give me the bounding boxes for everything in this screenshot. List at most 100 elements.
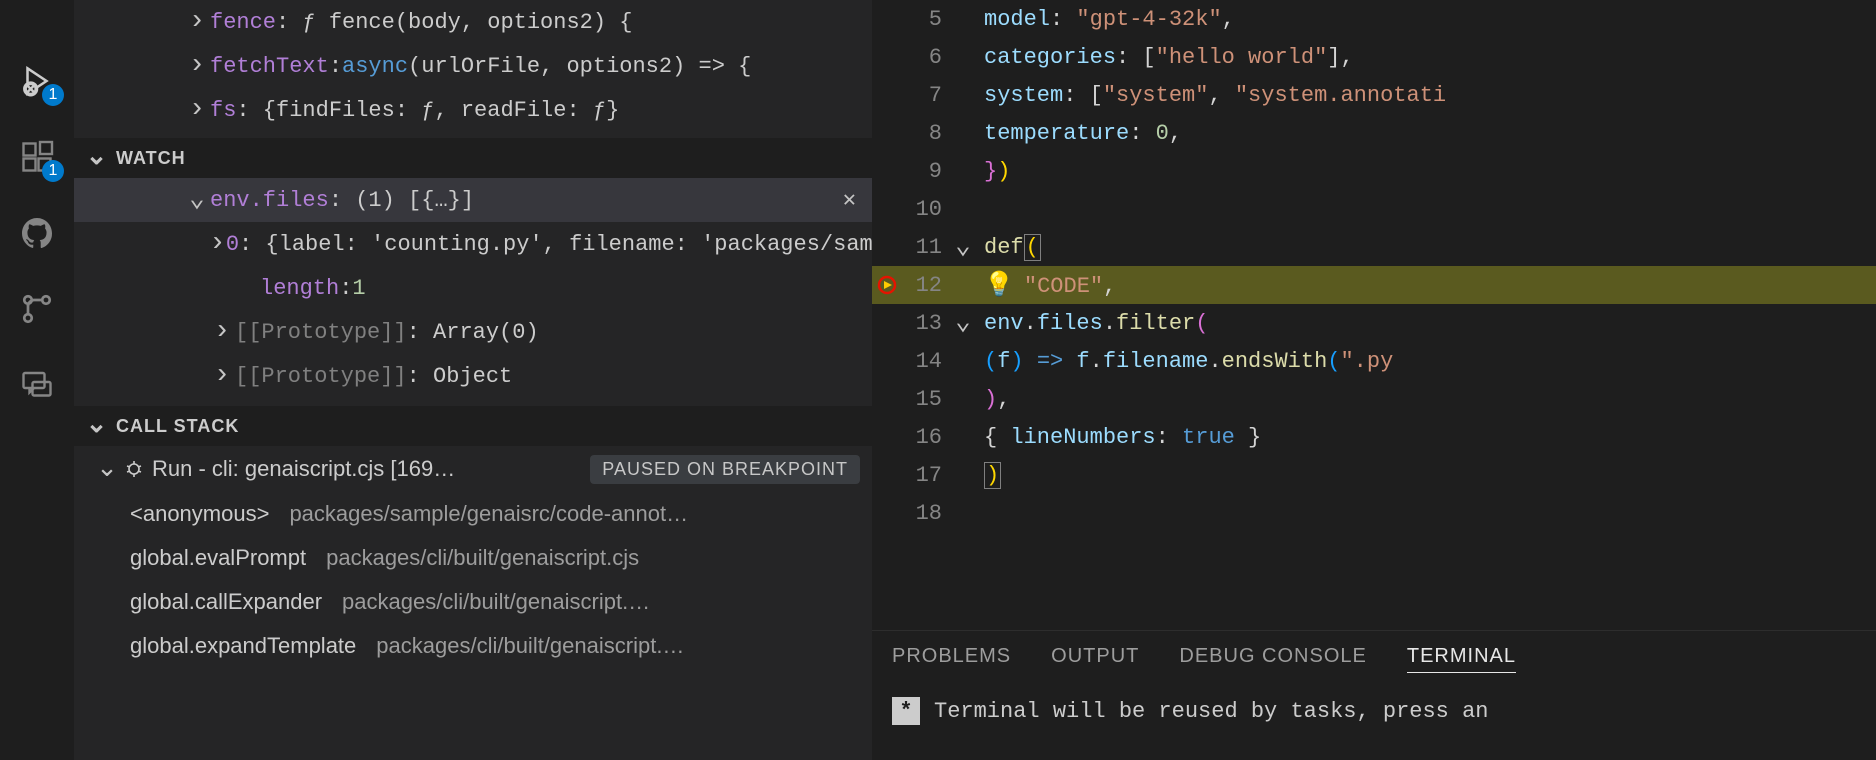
source-control-graph-icon[interactable]: [16, 288, 58, 330]
line-number: 18: [902, 501, 948, 526]
frame-function: global.callExpander: [130, 589, 322, 615]
line-number: 6: [902, 45, 948, 70]
chevron-right-icon[interactable]: [209, 232, 226, 257]
code-line[interactable]: 17): [872, 456, 1876, 494]
fold-gutter[interactable]: [948, 235, 978, 260]
comments-icon[interactable]: [16, 364, 58, 406]
line-number: 13: [902, 311, 948, 336]
lightbulb-icon[interactable]: 💡: [984, 273, 1014, 300]
variable-row[interactable]: fs: {findFiles: ƒ, readFile: ƒ}: [74, 88, 872, 132]
frame-source: packages/cli/built/genaiscript.cjs: [326, 545, 639, 571]
breakpoint-gutter[interactable]: [872, 275, 902, 295]
watch-row[interactable]: env.files: (1) [{…}]✕: [74, 178, 872, 222]
panel-tab-terminal[interactable]: TERMINAL: [1407, 645, 1516, 673]
panel-tab-problems[interactable]: PROBLEMS: [892, 645, 1011, 673]
chevron-down-icon: [84, 416, 110, 437]
code-content: }): [978, 159, 1010, 184]
frame-function: global.evalPrompt: [130, 545, 306, 571]
variable-key: fetchText: [210, 54, 329, 79]
variable-row[interactable]: fence: ƒ fence(body, options2) {: [74, 0, 872, 44]
frame-source: packages/cli/built/genaiscript.…: [376, 633, 684, 659]
editor: 5 model: "gpt-4-32k",6 categories: ["hel…: [872, 0, 1876, 760]
activity-bar: 1 1: [0, 0, 74, 760]
github-icon[interactable]: [16, 212, 58, 254]
line-number: 15: [902, 387, 948, 412]
stack-frame[interactable]: <anonymous> packages/sample/genaisrc/code…: [74, 492, 872, 536]
code-line[interactable]: 7 system: ["system", "system.annotati: [872, 76, 1876, 114]
code-line[interactable]: 8 temperature: 0,: [872, 114, 1876, 152]
line-number: 11: [902, 235, 948, 260]
watch-row[interactable]: [[Prototype]]: Object: [74, 354, 872, 398]
code-line[interactable]: 10: [872, 190, 1876, 228]
code-line[interactable]: 15 ),: [872, 380, 1876, 418]
line-number: 10: [902, 197, 948, 222]
terminal-message: Terminal will be reused by tasks, press …: [934, 699, 1489, 724]
code-line[interactable]: 6 categories: ["hello world"],: [872, 38, 1876, 76]
code-content: ),: [978, 387, 1010, 412]
code-content: ): [978, 463, 1001, 488]
line-number: 12: [902, 273, 948, 298]
code-line[interactable]: 13 env.files.filter(: [872, 304, 1876, 342]
chevron-right-icon[interactable]: [184, 10, 210, 35]
chevron-down-icon[interactable]: [184, 188, 210, 213]
chevron-down-icon: [94, 456, 120, 482]
callstack-thread[interactable]: Run - cli: genaiscript.cjs [169… PAUSED …: [74, 446, 872, 492]
code-line[interactable]: 5 model: "gpt-4-32k",: [872, 0, 1876, 38]
code-area[interactable]: 5 model: "gpt-4-32k",6 categories: ["hel…: [872, 0, 1876, 630]
line-number: 9: [902, 159, 948, 184]
frame-source: packages/sample/genaisrc/code-annot…: [289, 501, 688, 527]
callstack-title: CALL STACK: [116, 416, 239, 437]
code-content: env.files.filter(: [978, 311, 1208, 336]
line-number: 14: [902, 349, 948, 374]
line-number: 8: [902, 121, 948, 146]
stack-frame[interactable]: global.expandTemplate packages/cli/built/…: [74, 624, 872, 668]
asterisk-icon: *: [892, 697, 920, 725]
code-line[interactable]: 14 (f) => f.filename.endsWith(".py: [872, 342, 1876, 380]
line-number: 7: [902, 83, 948, 108]
code-content: 💡"CODE",: [978, 270, 1116, 300]
debug-side-panel: fence: ƒ fence(body, options2) {fetchTex…: [74, 0, 872, 760]
stack-frame[interactable]: global.evalPrompt packages/cli/built/gena…: [74, 536, 872, 580]
panel-tabs: PROBLEMS OUTPUT DEBUG CONSOLE TERMINAL: [872, 631, 1876, 683]
frame-function: <anonymous>: [130, 501, 269, 527]
frame-source: packages/cli/built/genaiscript.…: [342, 589, 650, 615]
panel-tab-output[interactable]: OUTPUT: [1051, 645, 1139, 673]
run-debug-icon[interactable]: 1: [16, 60, 58, 102]
watch-row[interactable]: [[Prototype]]: Array(0): [74, 310, 872, 354]
code-line[interactable]: 12 💡"CODE",: [872, 266, 1876, 304]
code-content: categories: ["hello world"],: [978, 45, 1354, 70]
stack-frame[interactable]: global.callExpander packages/cli/built/ge…: [74, 580, 872, 624]
run-badge: 1: [42, 84, 64, 106]
watch-header[interactable]: WATCH: [74, 138, 872, 178]
frame-function: global.expandTemplate: [130, 633, 356, 659]
code-line[interactable]: 16 { lineNumbers: true }: [872, 418, 1876, 456]
panel-tab-debug-console[interactable]: DEBUG CONSOLE: [1179, 645, 1366, 673]
code-content: model: "gpt-4-32k",: [978, 7, 1235, 32]
code-content: { lineNumbers: true }: [978, 425, 1261, 450]
close-icon[interactable]: ✕: [843, 187, 856, 213]
callstack-frames: <anonymous> packages/sample/genaisrc/code…: [74, 492, 872, 668]
watch-row[interactable]: length: 1: [74, 266, 872, 310]
terminal-output: * Terminal will be reused by tasks, pres…: [872, 697, 1876, 725]
callstack-header[interactable]: CALL STACK: [74, 406, 872, 446]
code-line[interactable]: 9}): [872, 152, 1876, 190]
code-line[interactable]: 11 def(: [872, 228, 1876, 266]
watch-row[interactable]: 0: {label: 'counting.py', filename: 'pac…: [74, 222, 872, 266]
code-line[interactable]: 18: [872, 494, 1876, 532]
chevron-right-icon[interactable]: [184, 98, 210, 123]
code-content: def(: [978, 235, 1041, 260]
extensions-icon[interactable]: 1: [16, 136, 58, 178]
line-number: 17: [902, 463, 948, 488]
fold-gutter[interactable]: [948, 311, 978, 336]
code-content: system: ["system", "system.annotati: [978, 83, 1446, 108]
chevron-right-icon[interactable]: [209, 320, 235, 345]
paused-badge: PAUSED ON BREAKPOINT: [590, 455, 860, 484]
variable-key: fs: [210, 98, 236, 123]
line-number: 5: [902, 7, 948, 32]
chevron-right-icon[interactable]: [209, 364, 235, 389]
thread-label: Run - cli: genaiscript.cjs [169…: [152, 456, 455, 482]
variable-row[interactable]: fetchText: async (urlOrFile, options2) =…: [74, 44, 872, 88]
chevron-right-icon[interactable]: [184, 54, 210, 79]
watch-section: env.files: (1) [{…}]✕0: {label: 'countin…: [74, 178, 872, 398]
extensions-badge: 1: [42, 160, 64, 182]
